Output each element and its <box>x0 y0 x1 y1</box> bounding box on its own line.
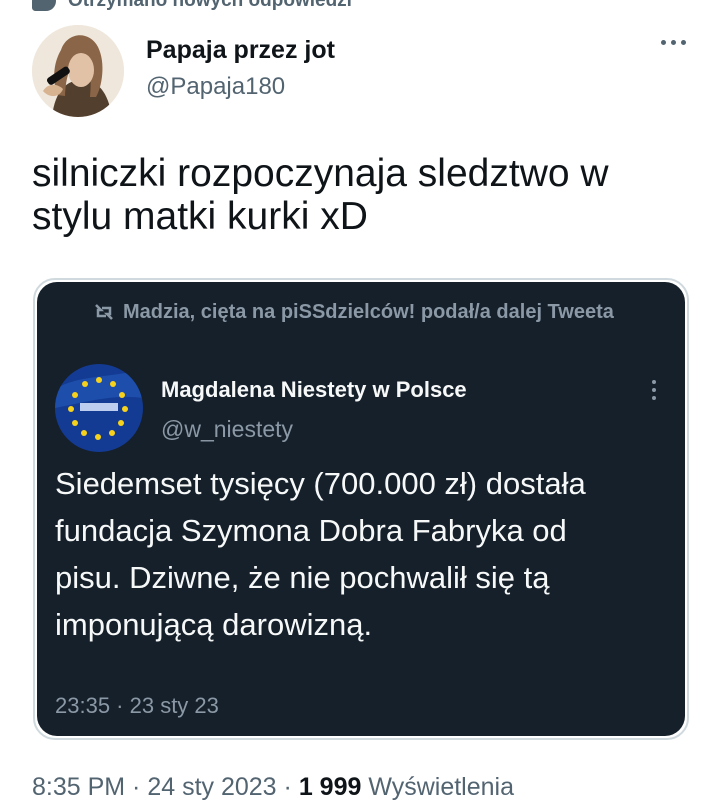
quoted-tweet-card[interactable]: Madzia, cięta na piSSdzielców! podał/a d… <box>33 278 689 740</box>
tweet-text: silniczki rozpoczynaja sledztwo w stylu … <box>32 152 609 238</box>
views-count: 1 999 <box>298 773 362 801</box>
vertical-dot <box>652 380 656 384</box>
new-replies-text: Otrzymano nowych odpowiedzi <box>68 0 352 11</box>
retweet-icon <box>95 304 113 320</box>
quoted-author-name: Magdalena Niestety w Polsce <box>161 377 467 402</box>
quoted-tweet-text: Siedemset tysięcy (700.000 zł) dostała f… <box>55 466 586 642</box>
tweet-metadata: 8:35 PM · 24 sty 2023 · 1 999 Wyświetlen… <box>32 773 514 802</box>
more-dot <box>681 40 686 45</box>
new-replies-banner[interactable]: Otrzymano nowych odpowiedzi <box>32 0 352 16</box>
vertical-dot <box>652 396 656 400</box>
quoted-author-avatar <box>55 364 143 452</box>
retweet-attribution: Madzia, cięta na piSSdzielców! podał/a d… <box>95 298 623 327</box>
retweet-text: Madzia, cięta na piSSdzielców! podał/a d… <box>123 301 614 323</box>
tweet-time[interactable]: 8:35 PM · 24 sty 2023 · <box>32 773 292 801</box>
author-avatar[interactable] <box>32 25 124 117</box>
more-dot <box>661 40 666 45</box>
quoted-author-handle: @w_niestety <box>161 416 294 442</box>
author-display-name[interactable]: Papaja przez jot <box>146 36 335 65</box>
quoted-more-icon <box>652 380 656 400</box>
message-bubble-icon <box>32 0 56 11</box>
eu-flag-avatar <box>55 364 143 452</box>
more-dot <box>671 40 676 45</box>
more-options-button[interactable] <box>661 40 686 45</box>
vertical-dot <box>652 388 656 392</box>
quoted-tweet-screenshot: Madzia, cięta na piSSdzielców! podał/a d… <box>37 282 685 736</box>
profile-photo-avatar <box>32 25 124 117</box>
quoted-timestamp: 23:35 · 23 sty 23 <box>55 693 219 718</box>
author-handle[interactable]: @Papaja180 <box>146 73 285 101</box>
views-label[interactable]: Wyświetlenia <box>368 773 514 801</box>
